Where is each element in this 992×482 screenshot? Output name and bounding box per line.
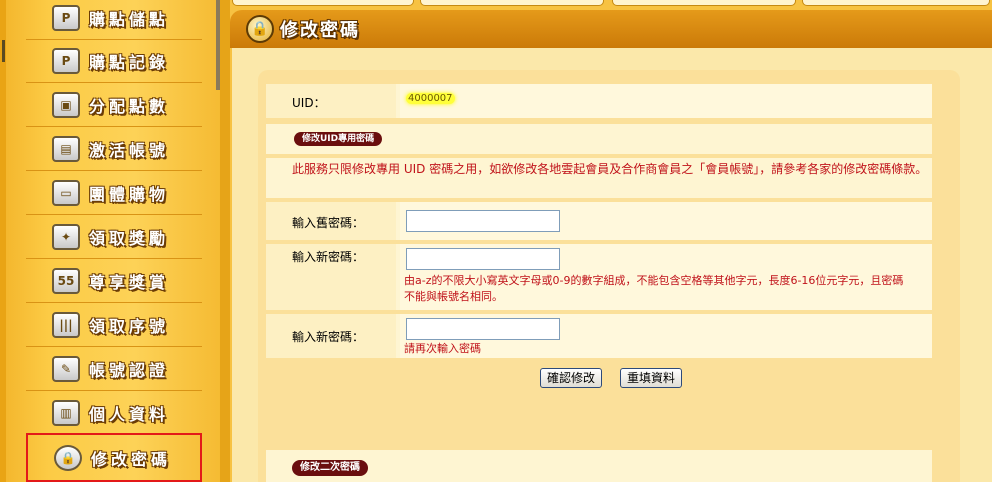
uid-value: 4000007	[406, 93, 455, 104]
section-row: 修改UID專用密碼	[266, 124, 932, 154]
sidebar-item-label: 帳號認證	[89, 361, 170, 380]
sidebar-item-purchase-records[interactable]: P 購點記錄	[26, 40, 202, 83]
lock-icon: 🔒	[54, 444, 82, 471]
vip-55-icon: 55	[52, 268, 80, 294]
wallet-icon: ▭	[52, 180, 80, 206]
second-section-row: 修改二次密碼	[266, 450, 932, 482]
uid-label: UID：	[292, 96, 326, 110]
sidebar-item-activate-account[interactable]: ▤ 激活帳號	[26, 128, 202, 171]
confirm-password-input[interactable]	[406, 318, 560, 340]
top-tab-2[interactable]	[420, 0, 604, 6]
top-tab-1[interactable]	[232, 0, 414, 6]
old-password-row: 輸入舊密碼：	[266, 202, 932, 240]
page-title: 修改密碼	[280, 20, 360, 41]
sidebar-item-allocate-points[interactable]: ▣ 分配點數	[26, 84, 202, 127]
sidebar-item-account-verification[interactable]: ✎ 帳號認證	[26, 348, 202, 391]
confirm-change-button[interactable]: 確認修改	[540, 368, 603, 388]
document-icon: ▤	[52, 136, 80, 162]
top-tab-3[interactable]	[612, 0, 796, 6]
section-badge: 修改UID專用密碼	[294, 132, 383, 146]
confirm-password-label: 輸入新密碼：	[292, 330, 365, 344]
notice-text: 此服務只限修改專用 UID 密碼之用，如欲修改各地雲起會員及合作商會員之「會員帳…	[292, 162, 928, 176]
old-password-input[interactable]	[406, 210, 560, 232]
sidebar-item-label: 修改密碼	[91, 449, 172, 469]
confirm-password-row: 輸入新密碼： 請再次輸入密碼	[266, 314, 932, 358]
sidebar-item-label: 購點儲點	[89, 10, 170, 29]
sidebar-item-label: 激活帳號	[89, 141, 170, 160]
reset-button[interactable]: 重填資料	[620, 368, 683, 388]
new-password-row: 輸入新密碼： 由a-z的不限大小寫英文字母或0-9的數字組成，不能包含空格等其他…	[266, 244, 932, 310]
new-password-input[interactable]	[406, 248, 560, 270]
content-area: UID： 4000007 修改UID專用密碼 此服務只限修改專用 UID 密碼之…	[232, 48, 992, 482]
points-card-icon: P	[52, 5, 80, 31]
profile-document-icon: ▥	[52, 400, 80, 426]
sidebar-item-label: 領取序號	[89, 317, 170, 336]
sidebar-item-label: 購點記錄	[89, 53, 170, 72]
sidebar: P 購點儲點 P 購點記錄 ▣ 分配點數 ▤ 激活帳號 ▭ 團體購物 ✦ 領取獎…	[6, 0, 220, 482]
new-password-hint: 由a-z的不限大小寫英文字母或0-9的數字組成，不能包含空格等其他字元，長度6-…	[404, 274, 904, 303]
confirm-password-hint: 請再次輸入密碼	[404, 342, 481, 355]
page-header: 🔒 修改密碼	[230, 10, 992, 48]
sidebar-item-buy-points[interactable]: P 購點儲點	[26, 0, 202, 40]
second-section-badge: 修改二次密碼	[292, 460, 368, 476]
sidebar-item-vip-rewards[interactable]: 55 尊享獎賞	[26, 260, 202, 303]
verify-icon: ✎	[52, 356, 80, 382]
uid-row: UID： 4000007	[266, 84, 932, 118]
gift-icon: ✦	[52, 224, 80, 250]
sidebar-item-label: 分配點數	[89, 97, 170, 116]
divider	[220, 0, 230, 482]
new-password-label: 輸入新密碼：	[292, 250, 365, 264]
sidebar-item-claim-serial[interactable]: ||| 領取序號	[26, 304, 202, 347]
old-password-label: 輸入舊密碼：	[292, 216, 365, 230]
lock-icon: 🔒	[246, 15, 274, 43]
top-tab-4[interactable]	[802, 0, 990, 6]
sidebar-item-label: 領取獎勵	[89, 229, 170, 248]
allocate-icon: ▣	[52, 92, 80, 118]
notice-row: 此服務只限修改專用 UID 密碼之用，如欲修改各地雲起會員及合作商會員之「會員帳…	[266, 158, 932, 198]
barcode-icon: |||	[52, 312, 80, 338]
sidebar-item-label: 尊享獎賞	[89, 273, 170, 292]
sidebar-item-label: 個人資料	[89, 405, 170, 424]
sidebar-item-group-shopping[interactable]: ▭ 團體購物	[26, 172, 202, 215]
points-record-icon: P	[52, 48, 80, 74]
sidebar-item-claim-rewards[interactable]: ✦ 領取獎勵	[26, 216, 202, 259]
sidebar-item-change-password[interactable]: 🔒 修改密碼	[26, 433, 202, 482]
sidebar-item-personal-info[interactable]: ▥ 個人資料	[26, 392, 202, 435]
sidebar-item-label: 團體購物	[89, 185, 170, 204]
